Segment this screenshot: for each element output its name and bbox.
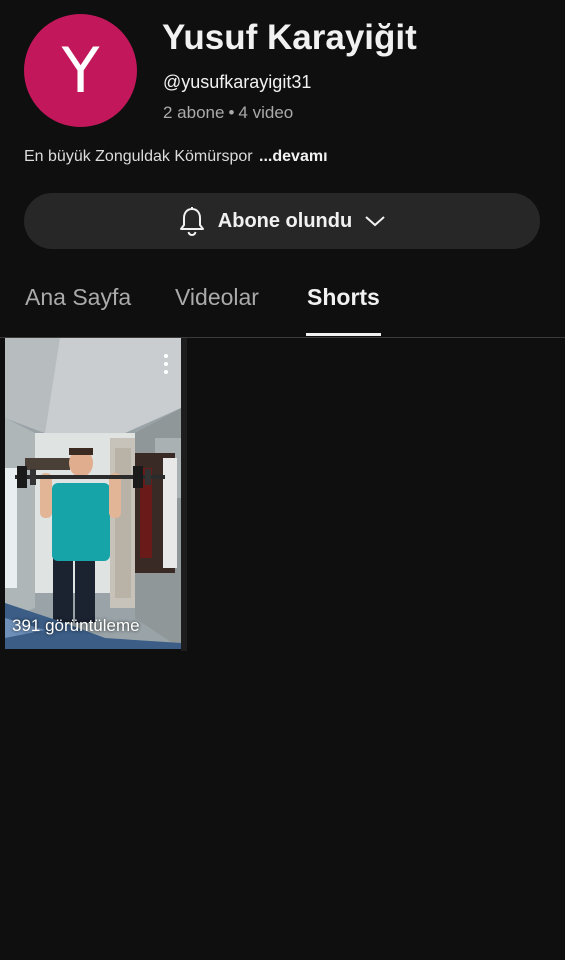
description-text: En büyük Zonguldak Kömürspor [24, 148, 253, 165]
tab-videos[interactable]: Videolar [175, 284, 259, 311]
channel-description[interactable]: En büyük Zonguldak Kömürspor ...devamı [24, 148, 328, 166]
tab-shorts[interactable]: Shorts [307, 284, 380, 311]
channel-handle: @yusufkarayigit31 [163, 72, 312, 92]
more-vert-icon[interactable] [163, 354, 169, 376]
card-divider [181, 338, 187, 651]
tab-home[interactable]: Ana Sayfa [25, 284, 131, 311]
channel-stats: 2 abone • 4 video [163, 103, 293, 123]
channel-tabs: Ana Sayfa Videolar Shorts [0, 266, 565, 338]
short-view-count: 391 görüntüleme [12, 616, 140, 635]
short-thumbnail [5, 338, 181, 649]
video-count: 4 video [238, 103, 294, 122]
active-tab-indicator [306, 333, 381, 336]
subscribed-label: Abone olundu [217, 209, 353, 232]
subscribed-button[interactable]: Abone olundu [24, 193, 540, 249]
subscriber-count: 2 abone [163, 103, 225, 122]
more-link[interactable]: ...devamı [259, 148, 327, 165]
chevron-down-icon [364, 214, 386, 228]
bell-icon [178, 206, 206, 236]
short-video-card[interactable]: 391 görüntüleme [5, 338, 181, 649]
channel-name: Yusuf Karayiğit [162, 18, 417, 57]
avatar-letter: Y [61, 34, 100, 107]
stats-separator: • [228, 103, 235, 122]
channel-avatar[interactable]: Y [24, 14, 137, 127]
